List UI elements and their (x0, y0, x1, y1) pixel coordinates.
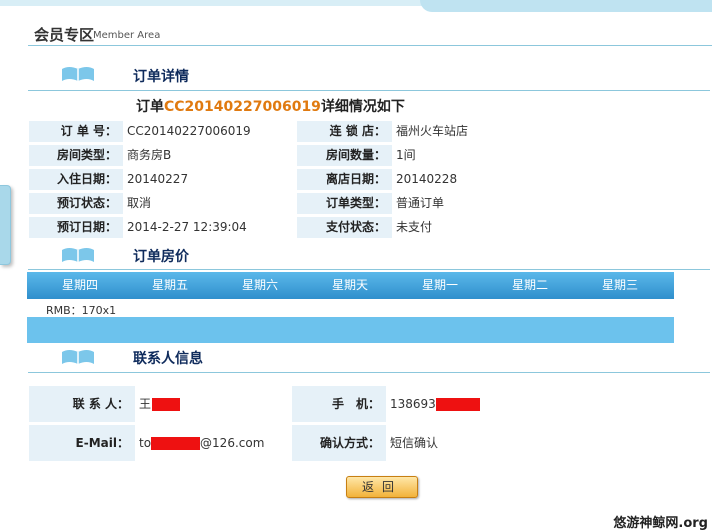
back-button[interactable]: 返回 (346, 476, 418, 498)
email-suffix: @126.com (200, 436, 265, 450)
top-decoration (420, 0, 712, 12)
order-summary: 订单CC20140227006019详细情况如下 (136, 96, 405, 116)
contact-confirm-label: 确认方式： (292, 425, 386, 461)
price-rmb: RMB：170x1 (46, 304, 117, 317)
divider (28, 269, 710, 270)
day-header: 星期五 (151, 278, 188, 292)
detail-value: 2014-2-27 12:39:04 (127, 220, 247, 234)
detail-label: 房间类型： (29, 145, 123, 166)
price-table-header: 星期四 星期五 星期六 星期天 星期一 星期二 星期三 (27, 272, 674, 299)
detail-label: 离店日期： (297, 169, 392, 190)
divider (28, 45, 712, 46)
contact-email-value: to @126.com (139, 425, 264, 461)
detail-value: 20140228 (396, 172, 458, 186)
detail-label: 预订日期： (29, 217, 123, 238)
divider (28, 372, 710, 373)
detail-value: 1间 (396, 148, 416, 162)
detail-value: 普通订单 (396, 196, 445, 210)
detail-value: CC20140227006019 (127, 124, 251, 138)
day-header: 星期二 (511, 278, 548, 292)
redaction-block (151, 437, 201, 450)
detail-label: 房间数量： (297, 145, 392, 166)
contact-name-label: 联 系 人： (29, 386, 135, 422)
contact-phone-text: 138693 (390, 397, 436, 411)
section-title-order: 订单详情 (133, 69, 189, 85)
section-title-price: 订单房价 (133, 249, 189, 265)
summary-prefix: 订单 (136, 99, 164, 115)
detail-value: 取消 (127, 196, 152, 210)
contact-name-value: 王 (139, 386, 181, 422)
detail-value: 商务房B (127, 148, 172, 162)
price-table-footer (27, 317, 674, 343)
contact-email-label: E-Mail： (29, 425, 135, 461)
watermark: 悠游神鲸网.org (613, 516, 708, 531)
day-header: 星期天 (331, 278, 368, 292)
contact-phone-value: 138693 (390, 386, 480, 422)
side-float-tab[interactable] (0, 185, 11, 265)
member-area-subtitle: Member Area (93, 30, 161, 41)
detail-label: 订 单 号： (29, 121, 123, 142)
detail-label: 预订状态： (29, 193, 123, 214)
email-prefix: to (139, 436, 152, 450)
section-title-contact: 联系人信息 (133, 351, 203, 367)
redaction-block (152, 398, 181, 411)
detail-label: 连 锁 店： (297, 121, 392, 142)
ticket-icon (62, 350, 94, 364)
detail-label: 支付状态： (297, 217, 392, 238)
member-area-title: 会员专区 (34, 26, 95, 44)
detail-value: 未支付 (396, 220, 433, 234)
day-header: 星期三 (601, 278, 638, 292)
detail-value: 福州火车站店 (396, 124, 469, 138)
contact-confirm-value: 短信确认 (390, 436, 439, 450)
detail-label: 订单类型： (297, 193, 392, 214)
summary-suffix: 详细情况如下 (320, 99, 405, 115)
redaction-block (435, 398, 480, 411)
day-header: 星期六 (241, 278, 278, 292)
order-number-highlight: CC20140227006019 (164, 99, 321, 115)
divider (28, 90, 710, 91)
contact-name-text: 王 (139, 397, 152, 411)
contact-phone-label: 手 机： (292, 386, 386, 422)
ticket-icon (62, 67, 94, 81)
day-header: 星期四 (61, 278, 98, 292)
detail-label: 入住日期： (29, 169, 123, 190)
detail-value: 20140227 (127, 172, 189, 186)
day-header: 星期一 (421, 278, 458, 292)
ticket-icon (62, 248, 94, 262)
